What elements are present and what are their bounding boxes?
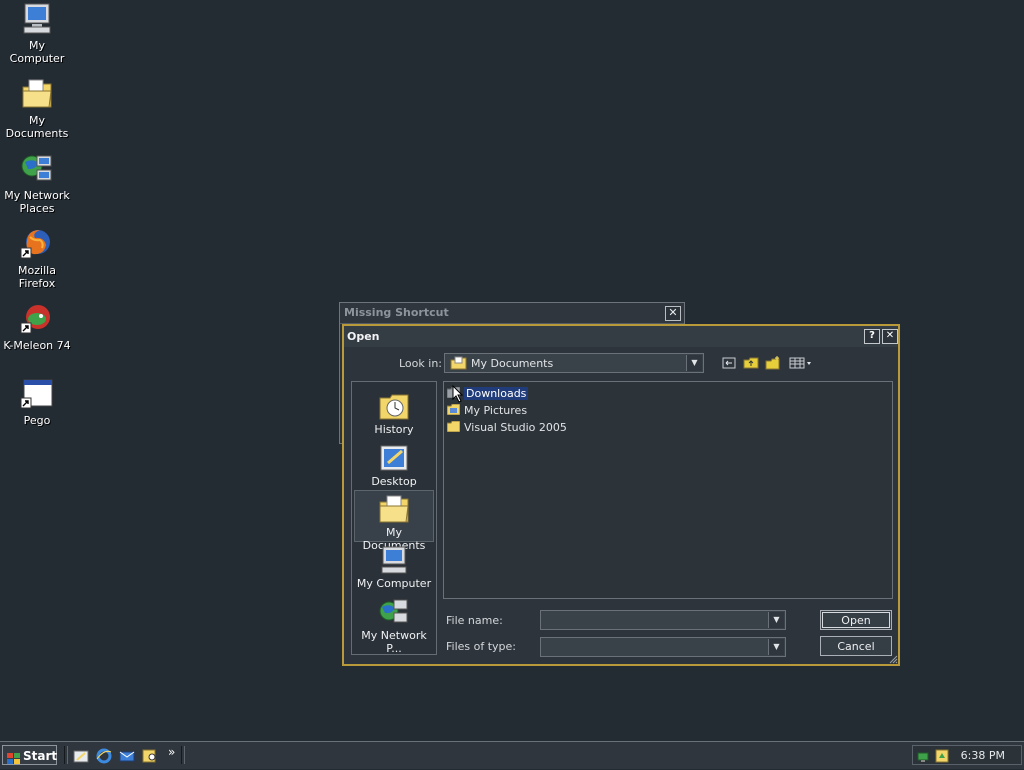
file-name: Visual Studio 2005 <box>464 421 567 434</box>
quicklaunch-chevron[interactable]: » <box>168 745 175 759</box>
documents-folder-icon <box>378 494 410 524</box>
firefox-icon <box>20 227 54 261</box>
place-history[interactable]: History <box>354 388 434 438</box>
internet-explorer-icon[interactable] <box>96 748 112 764</box>
system-tray: 6:38 PM <box>912 745 1022 765</box>
back-icon[interactable] <box>720 355 738 371</box>
files-of-type-label: Files of type: <box>446 640 517 653</box>
missing-shortcut-close-button[interactable]: ✕ <box>665 306 681 321</box>
files-of-type-combo[interactable]: ▼ <box>540 637 786 657</box>
show-desktop-icon[interactable] <box>73 748 89 764</box>
desktop-icon-k-meleon[interactable]: K-Meleon 74 <box>0 302 74 352</box>
place-label: History <box>374 423 414 436</box>
desktop-icon-pego[interactable]: Pego <box>0 377 74 427</box>
desktop-icon-my-documents[interactable]: My Documents <box>0 77 74 140</box>
taskbar: Start » 6:38 PM <box>0 741 1024 769</box>
chevron-down-icon[interactable]: ▼ <box>768 639 784 655</box>
volume-icon[interactable] <box>934 748 950 767</box>
view-menu-icon[interactable] <box>789 355 815 371</box>
place-my-network-places[interactable]: My Network P... <box>354 594 434 655</box>
documents-folder-icon <box>450 356 467 373</box>
desktop-icon-label-line1: My Network <box>4 189 70 202</box>
help-button[interactable]: ? <box>864 329 880 344</box>
file-name-label: File name: <box>446 614 503 627</box>
desktop-icon-label: K-Meleon 74 <box>3 339 71 352</box>
file-name: Downloads <box>464 387 529 400</box>
look-in-combo[interactable]: My Documents ▼ <box>444 353 704 373</box>
desktop-icon-label: My Computer <box>9 39 65 65</box>
network-status-icon[interactable] <box>917 748 933 767</box>
kmeleon-icon <box>20 302 54 336</box>
close-button[interactable]: ✕ <box>882 329 898 344</box>
documents-folder-icon <box>20 77 54 111</box>
new-folder-icon[interactable] <box>764 355 782 371</box>
desktop-icon-my-computer[interactable]: My Computer <box>0 2 74 65</box>
computer-icon <box>20 2 54 36</box>
history-icon <box>378 391 410 421</box>
place-my-computer[interactable]: My Computer <box>354 542 434 592</box>
taskbar-separator <box>181 746 185 764</box>
mouse-cursor-icon <box>452 384 464 406</box>
chevron-down-icon[interactable]: ▼ <box>686 355 702 371</box>
network-places-icon <box>20 152 54 186</box>
resize-grip-icon[interactable] <box>888 654 898 667</box>
file-list[interactable]: Downloads My Pictures Visual Studio 2005 <box>443 381 893 599</box>
chevron-down-icon[interactable]: ▼ <box>768 612 784 628</box>
windows-flag-icon <box>7 750 20 764</box>
place-desktop[interactable]: Desktop <box>354 440 434 490</box>
desktop-icon-label: Pego <box>23 414 51 427</box>
list-item[interactable]: Visual Studio 2005 <box>446 420 567 435</box>
look-in-value: My Documents <box>471 357 554 370</box>
taskbar-separator <box>64 746 68 764</box>
clock: 6:38 PM <box>960 749 1005 762</box>
desktop-icon-my-network-places[interactable]: My Network Places <box>0 152 74 215</box>
cancel-button[interactable]: Cancel <box>820 636 892 656</box>
places-bar: History Desktop My Documents My Computer… <box>351 381 437 655</box>
open-dialog-title: Open <box>344 326 898 347</box>
start-label: Start <box>23 749 58 763</box>
desktop-icon <box>378 443 410 473</box>
outlook-express-icon[interactable] <box>119 748 135 764</box>
file-name-combo[interactable]: ▼ <box>540 610 786 630</box>
network-places-icon <box>378 597 410 627</box>
start-button[interactable]: Start <box>2 745 57 765</box>
missing-shortcut-title: Missing Shortcut <box>340 303 684 324</box>
place-my-documents[interactable]: My Documents <box>354 490 434 552</box>
folder-icon <box>446 420 461 433</box>
desktop-icon-label-line2: Places <box>19 202 55 215</box>
file-name: My Pictures <box>464 404 528 417</box>
search-icon[interactable] <box>142 748 158 764</box>
app-window-icon <box>20 377 54 411</box>
desktop-icon-label: Mozilla Firefox <box>18 264 56 290</box>
desktop-icon-label: My Documents <box>5 114 69 140</box>
place-label: Desktop <box>371 475 417 488</box>
open-button[interactable]: Open <box>820 610 892 630</box>
look-in-label: Look in: <box>399 357 442 370</box>
place-label: My Computer <box>356 577 432 590</box>
computer-icon <box>378 545 410 575</box>
desktop-icon-mozilla-firefox[interactable]: Mozilla Firefox <box>0 227 74 290</box>
up-folder-icon[interactable] <box>742 355 760 371</box>
place-label: My Network P... <box>361 629 427 655</box>
